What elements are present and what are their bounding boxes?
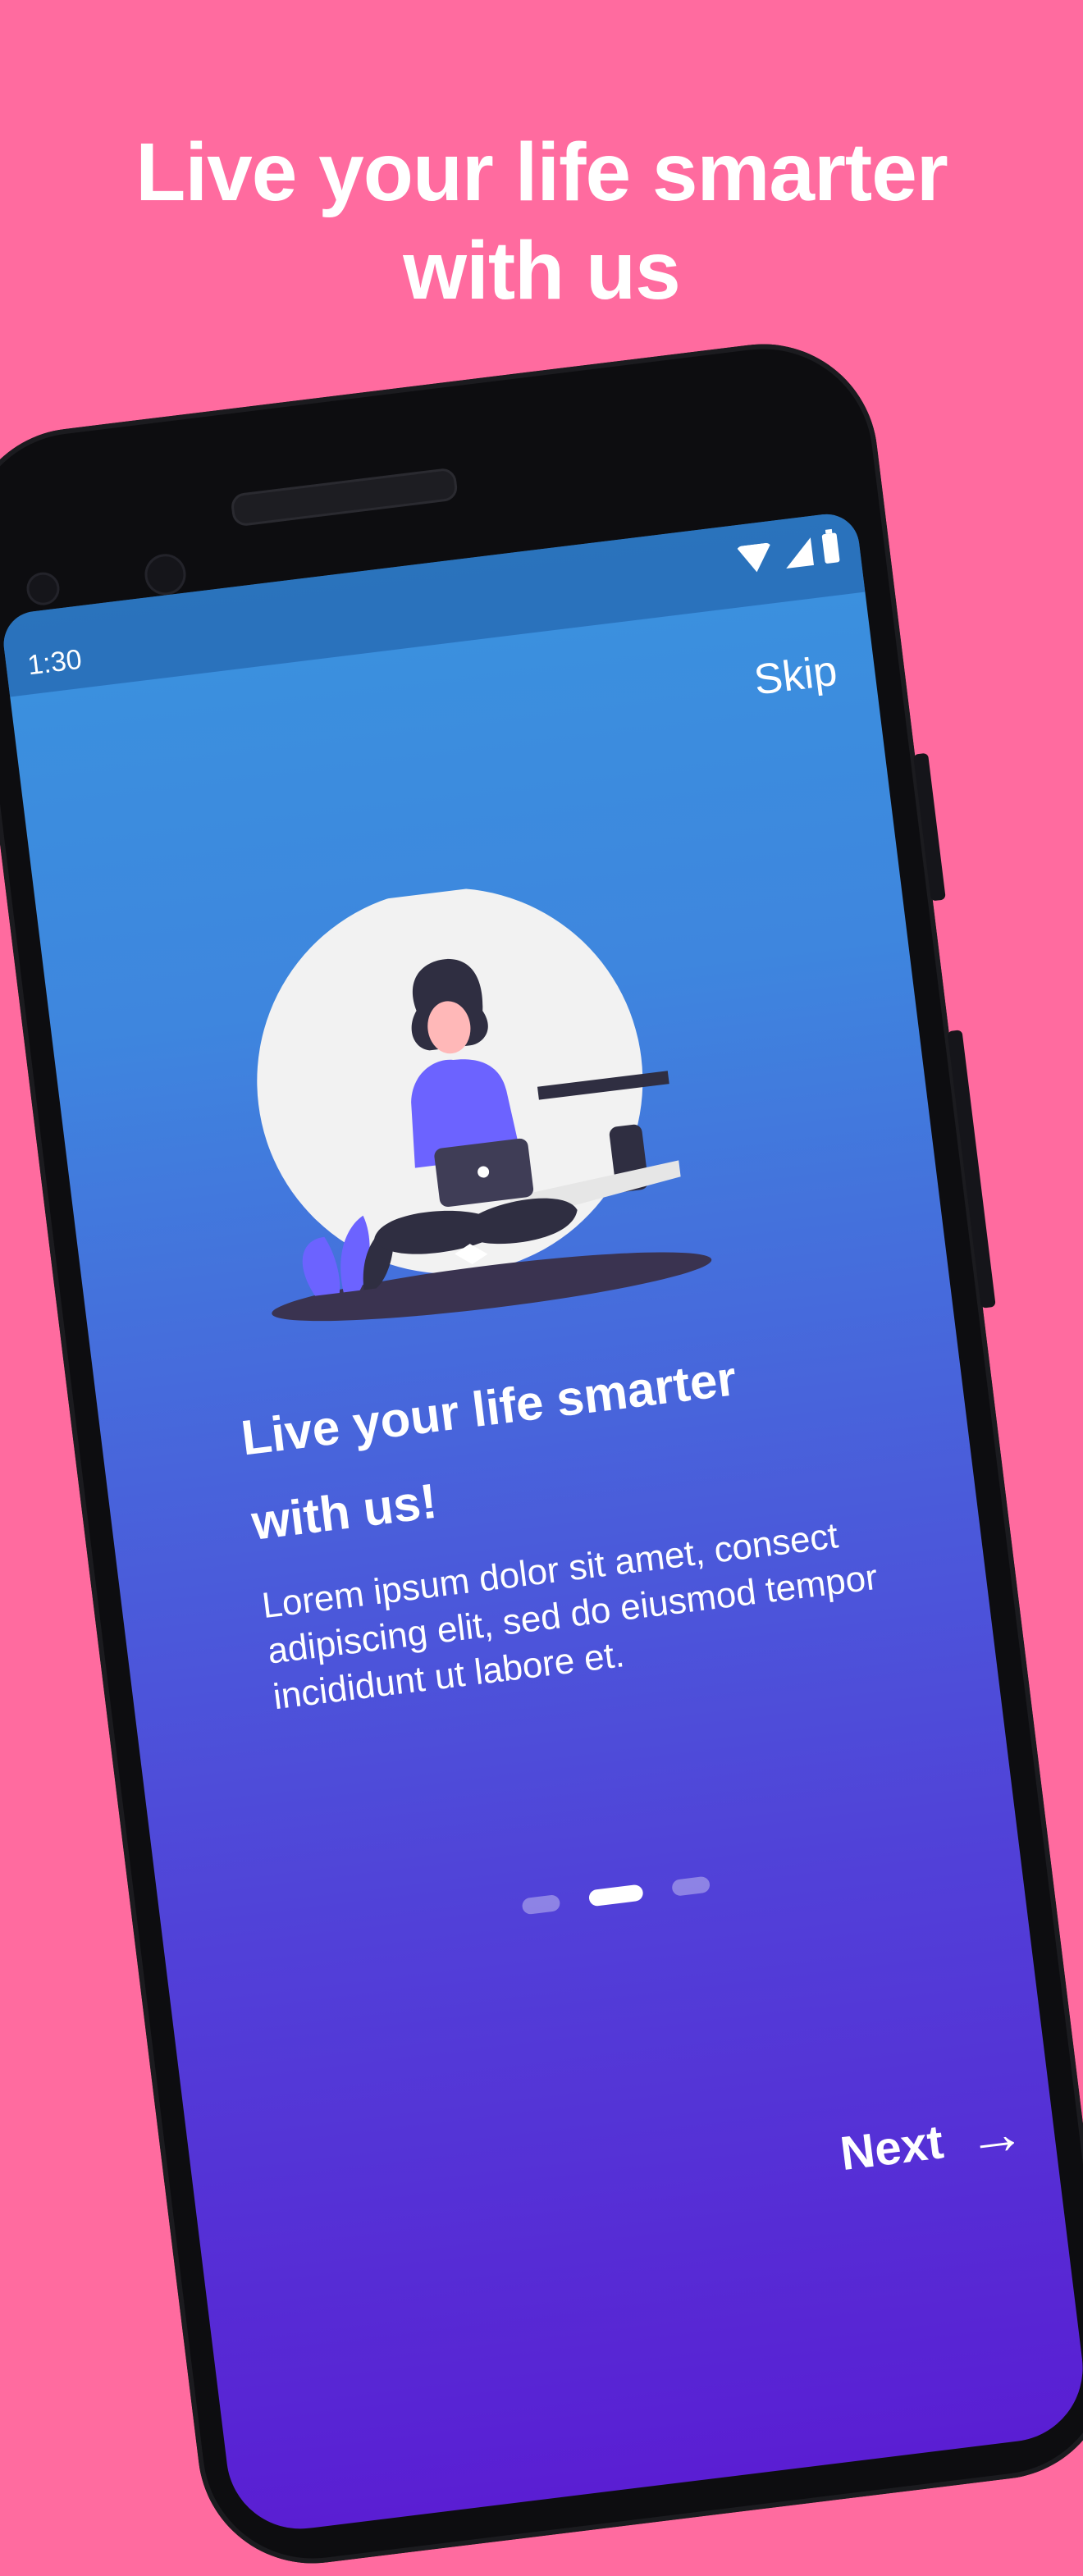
wifi-icon <box>735 542 775 575</box>
arrow-right-icon: → <box>963 2099 1029 2171</box>
status-time: 1:30 <box>25 643 84 682</box>
volume-button <box>947 1030 996 1309</box>
status-bar: 1:30 <box>0 510 866 697</box>
page-dot-1[interactable] <box>521 1893 561 1916</box>
page-dot-2-active[interactable] <box>587 1884 644 1907</box>
phone-sensor <box>25 570 62 607</box>
headline-line-2: with us <box>403 225 680 317</box>
page-indicator <box>521 1875 711 1916</box>
page-dot-3[interactable] <box>671 1875 711 1897</box>
signal-icon <box>783 537 814 569</box>
status-icons <box>735 532 840 575</box>
power-button <box>913 752 946 902</box>
phone-camera <box>142 551 189 598</box>
woman-with-laptop-illustration <box>257 888 712 1322</box>
next-label: Next <box>837 2114 947 2181</box>
phone-speaker <box>230 467 459 528</box>
battery-icon <box>821 532 840 564</box>
phone-mockup: 1:30 Skip Live your life smarter with us… <box>0 331 1083 2576</box>
headline-line-1: Live your life smarter <box>135 126 948 218</box>
skip-button[interactable]: Skip <box>747 645 845 706</box>
next-button[interactable]: Next → <box>832 2099 1033 2183</box>
marketing-headline: Live your life smarter with us <box>0 123 1083 320</box>
